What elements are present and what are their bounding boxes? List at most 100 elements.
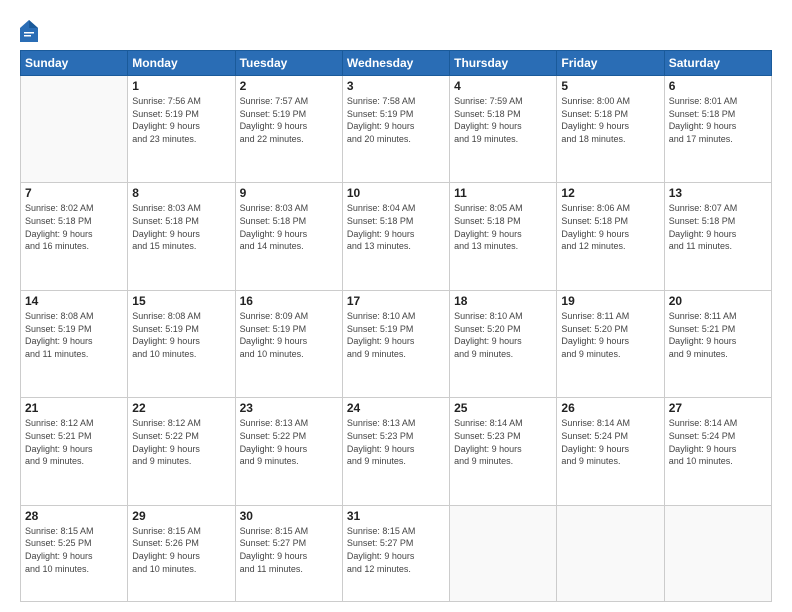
calendar-week-row: 21 Sunrise: 8:12 AM Sunset: 5:21 PM Dayli… [21, 398, 772, 505]
weekday-header-monday: Monday [128, 51, 235, 76]
logo [20, 20, 42, 42]
calendar-cell: 25Sunrise: 8:14 AM Sunset: 5:23 PM Dayli… [450, 398, 557, 505]
day-number: 21 [25, 401, 123, 415]
calendar-cell: 4Sunrise: 7:59 AM Sunset: 5:18 PM Daylig… [450, 76, 557, 183]
calendar-cell: 5 Sunrise: 8:00 AM Sunset: 5:18 PM Daylig… [557, 76, 664, 183]
day-number: 15 [132, 294, 230, 308]
day-info: Sunrise: 8:07 AM Sunset: 5:18 PM Dayligh… [669, 202, 767, 252]
weekday-header-wednesday: Wednesday [342, 51, 449, 76]
calendar-table: SundayMondayTuesdayWednesdayThursdayFrid… [20, 50, 772, 602]
calendar-cell: 28 Sunrise: 8:15 AM Sunset: 5:25 PM Dayli… [21, 505, 128, 601]
weekday-header-saturday: Saturday [664, 51, 771, 76]
day-info: Sunrise: 8:12 AM Sunset: 5:21 PM Dayligh… [25, 417, 123, 467]
calendar-cell: 19 Sunrise: 8:11 AM Sunset: 5:20 PM Dayli… [557, 290, 664, 397]
day-info: Sunrise: 7:56 AM Sunset: 5:19 PM Dayligh… [132, 95, 230, 145]
calendar-cell [557, 505, 664, 601]
day-number: 17 [347, 294, 445, 308]
day-info: Sunrise: 8:04 AM Sunset: 5:18 PM Dayligh… [347, 202, 445, 252]
calendar-cell: 9 Sunrise: 8:03 AM Sunset: 5:18 PM Daylig… [235, 183, 342, 290]
day-info: Sunrise: 8:14 AM Sunset: 5:24 PM Dayligh… [669, 417, 767, 467]
calendar-cell: 23 Sunrise: 8:13 AM Sunset: 5:22 PM Dayli… [235, 398, 342, 505]
weekday-header-row: SundayMondayTuesdayWednesdayThursdayFrid… [21, 51, 772, 76]
day-info: Sunrise: 8:13 AM Sunset: 5:23 PM Dayligh… [347, 417, 445, 467]
calendar-cell: 27 Sunrise: 8:14 AM Sunset: 5:24 PM Dayli… [664, 398, 771, 505]
logo-icon [20, 20, 38, 42]
day-number: 22 [132, 401, 230, 415]
day-info: Sunrise: 8:09 AM Sunset: 5:19 PM Dayligh… [240, 310, 338, 360]
calendar-cell: 10 Sunrise: 8:04 AM Sunset: 5:18 PM Dayli… [342, 183, 449, 290]
day-number: 8 [132, 186, 230, 200]
day-info: Sunrise: 8:10 AM Sunset: 5:20 PM Dayligh… [454, 310, 552, 360]
day-number: 11 [454, 186, 552, 200]
day-number: 23 [240, 401, 338, 415]
calendar-cell: 26 Sunrise: 8:14 AM Sunset: 5:24 PM Dayli… [557, 398, 664, 505]
day-number: 4 [454, 79, 552, 93]
day-info: Sunrise: 8:03 AM Sunset: 5:18 PM Dayligh… [240, 202, 338, 252]
day-number: 30 [240, 509, 338, 523]
calendar-cell: 14 Sunrise: 8:08 AM Sunset: 5:19 PM Dayli… [21, 290, 128, 397]
day-info: Sunrise: 8:13 AM Sunset: 5:22 PM Dayligh… [240, 417, 338, 467]
day-number: 12 [561, 186, 659, 200]
day-number: 7 [25, 186, 123, 200]
calendar-cell [450, 505, 557, 601]
calendar-cell: 3Sunrise: 7:58 AM Sunset: 5:19 PM Daylig… [342, 76, 449, 183]
day-number: 2 [240, 79, 338, 93]
day-number: 27 [669, 401, 767, 415]
calendar-cell: 2 Sunrise: 7:57 AM Sunset: 5:19 PM Daylig… [235, 76, 342, 183]
day-number: 16 [240, 294, 338, 308]
calendar-cell [21, 76, 128, 183]
calendar-cell: 8 Sunrise: 8:03 AM Sunset: 5:18 PM Daylig… [128, 183, 235, 290]
calendar-cell: 15 Sunrise: 8:08 AM Sunset: 5:19 PM Dayli… [128, 290, 235, 397]
calendar-cell: 17Sunrise: 8:10 AM Sunset: 5:19 PM Dayli… [342, 290, 449, 397]
day-info: Sunrise: 8:06 AM Sunset: 5:18 PM Dayligh… [561, 202, 659, 252]
calendar-week-row: 14 Sunrise: 8:08 AM Sunset: 5:19 PM Dayli… [21, 290, 772, 397]
calendar-cell: 31 Sunrise: 8:15 AM Sunset: 5:27 PM Dayli… [342, 505, 449, 601]
day-info: Sunrise: 8:03 AM Sunset: 5:18 PM Dayligh… [132, 202, 230, 252]
day-number: 13 [669, 186, 767, 200]
calendar-cell: 16 Sunrise: 8:09 AM Sunset: 5:19 PM Dayli… [235, 290, 342, 397]
calendar-cell: 11 Sunrise: 8:05 AM Sunset: 5:18 PM Dayli… [450, 183, 557, 290]
day-number: 29 [132, 509, 230, 523]
day-info: Sunrise: 8:12 AM Sunset: 5:22 PM Dayligh… [132, 417, 230, 467]
day-number: 19 [561, 294, 659, 308]
calendar-cell: 6Sunrise: 8:01 AM Sunset: 5:18 PM Daylig… [664, 76, 771, 183]
day-number: 9 [240, 186, 338, 200]
day-number: 20 [669, 294, 767, 308]
day-info: Sunrise: 8:15 AM Sunset: 5:25 PM Dayligh… [25, 525, 123, 575]
calendar-cell: 21 Sunrise: 8:12 AM Sunset: 5:21 PM Dayli… [21, 398, 128, 505]
day-number: 6 [669, 79, 767, 93]
calendar-cell: 7 Sunrise: 8:02 AM Sunset: 5:18 PM Daylig… [21, 183, 128, 290]
day-info: Sunrise: 8:15 AM Sunset: 5:27 PM Dayligh… [240, 525, 338, 575]
calendar-cell: 24 Sunrise: 8:13 AM Sunset: 5:23 PM Dayli… [342, 398, 449, 505]
day-info: Sunrise: 8:15 AM Sunset: 5:27 PM Dayligh… [347, 525, 445, 575]
day-info: Sunrise: 8:15 AM Sunset: 5:26 PM Dayligh… [132, 525, 230, 575]
day-number: 28 [25, 509, 123, 523]
calendar-cell: 1Sunrise: 7:56 AM Sunset: 5:19 PM Daylig… [128, 76, 235, 183]
day-info: Sunrise: 8:02 AM Sunset: 5:18 PM Dayligh… [25, 202, 123, 252]
day-number: 5 [561, 79, 659, 93]
day-number: 26 [561, 401, 659, 415]
calendar-cell: 22 Sunrise: 8:12 AM Sunset: 5:22 PM Dayli… [128, 398, 235, 505]
day-info: Sunrise: 8:05 AM Sunset: 5:18 PM Dayligh… [454, 202, 552, 252]
day-number: 10 [347, 186, 445, 200]
weekday-header-tuesday: Tuesday [235, 51, 342, 76]
day-info: Sunrise: 8:14 AM Sunset: 5:23 PM Dayligh… [454, 417, 552, 467]
day-info: Sunrise: 8:14 AM Sunset: 5:24 PM Dayligh… [561, 417, 659, 467]
calendar-cell: 13 Sunrise: 8:07 AM Sunset: 5:18 PM Dayli… [664, 183, 771, 290]
calendar-week-row: 1Sunrise: 7:56 AM Sunset: 5:19 PM Daylig… [21, 76, 772, 183]
day-info: Sunrise: 8:08 AM Sunset: 5:19 PM Dayligh… [132, 310, 230, 360]
calendar-cell: 20Sunrise: 8:11 AM Sunset: 5:21 PM Dayli… [664, 290, 771, 397]
day-info: Sunrise: 8:11 AM Sunset: 5:20 PM Dayligh… [561, 310, 659, 360]
day-number: 14 [25, 294, 123, 308]
day-info: Sunrise: 8:08 AM Sunset: 5:19 PM Dayligh… [25, 310, 123, 360]
calendar-week-row: 28 Sunrise: 8:15 AM Sunset: 5:25 PM Dayli… [21, 505, 772, 601]
day-info: Sunrise: 8:00 AM Sunset: 5:18 PM Dayligh… [561, 95, 659, 145]
day-number: 24 [347, 401, 445, 415]
weekday-header-thursday: Thursday [450, 51, 557, 76]
page: SundayMondayTuesdayWednesdayThursdayFrid… [0, 0, 792, 612]
day-info: Sunrise: 7:57 AM Sunset: 5:19 PM Dayligh… [240, 95, 338, 145]
calendar-cell: 30 Sunrise: 8:15 AM Sunset: 5:27 PM Dayli… [235, 505, 342, 601]
calendar-week-row: 7 Sunrise: 8:02 AM Sunset: 5:18 PM Daylig… [21, 183, 772, 290]
day-number: 31 [347, 509, 445, 523]
calendar-cell: 29 Sunrise: 8:15 AM Sunset: 5:26 PM Dayli… [128, 505, 235, 601]
